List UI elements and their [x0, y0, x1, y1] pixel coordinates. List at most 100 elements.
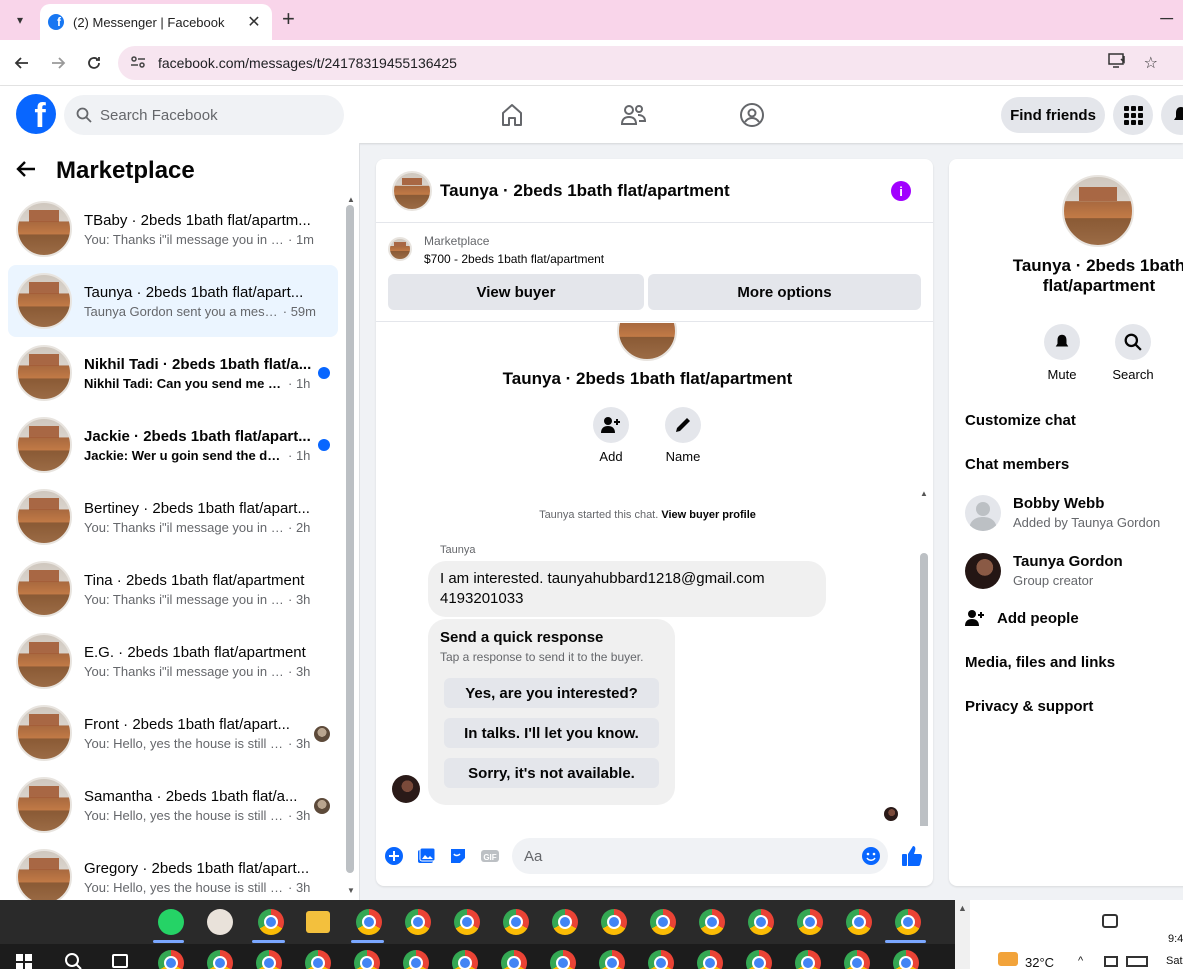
pencil-icon[interactable]: [665, 407, 701, 443]
more-options-button[interactable]: More options: [648, 274, 921, 310]
chrome-window-icon[interactable]: [403, 950, 429, 969]
chat-scrollbar[interactable]: [920, 553, 928, 826]
taskbar-scrollbar[interactable]: ▲: [955, 900, 970, 969]
chrome-window-icon[interactable]: [405, 909, 431, 935]
conversation-item[interactable]: Samantha · 2beds 1bath flat/a... You: Hel…: [8, 769, 338, 841]
add-person-icon[interactable]: [593, 407, 629, 443]
mute-action[interactable]: Mute: [1032, 324, 1092, 382]
chat-members-row[interactable]: Chat members: [965, 456, 1069, 473]
chrome-window-icon[interactable]: [356, 909, 382, 935]
chrome-window-icon[interactable]: [895, 909, 921, 935]
name-action[interactable]: Name: [653, 407, 713, 464]
search-icon[interactable]: [1115, 324, 1151, 360]
like-thumb-icon[interactable]: [900, 844, 924, 868]
conversation-item[interactable]: Front · 2beds 1bath flat/apart... You: He…: [8, 697, 338, 769]
add-action[interactable]: Add: [581, 407, 641, 464]
url-omnibox[interactable]: facebook.com/messages/t/2417831945513642…: [118, 46, 1183, 80]
photo-icon[interactable]: [416, 846, 436, 866]
groups-icon[interactable]: [737, 100, 767, 130]
chat-title[interactable]: Taunya · 2beds 1bath flat/apartment: [440, 181, 730, 201]
search-input[interactable]: [100, 106, 320, 124]
chrome-window-icon[interactable]: [648, 950, 674, 969]
install-app-icon[interactable]: [1107, 53, 1126, 74]
windows-start-icon[interactable]: [16, 954, 32, 969]
conversation-item[interactable]: Nikhil Tadi · 2beds 1bath flat/a... Nikhi…: [8, 337, 338, 409]
weather-icon[interactable]: [998, 952, 1018, 966]
chrome-window-icon[interactable]: [748, 909, 774, 935]
network-icon[interactable]: [1104, 956, 1118, 967]
menu-grid-icon[interactable]: [1113, 95, 1153, 135]
chrome-window-icon[interactable]: [650, 909, 676, 935]
chrome-window-icon[interactable]: [256, 950, 282, 969]
taskbar-search-icon[interactable]: [64, 952, 82, 969]
listing-price-title[interactable]: $700 - 2beds 1bath flat/apartment: [424, 252, 604, 266]
view-buyer-button[interactable]: View buyer: [388, 274, 644, 310]
chrome-window-icon[interactable]: [844, 950, 870, 969]
back-arrow-icon[interactable]: [10, 51, 34, 75]
chrome-window-icon[interactable]: [158, 950, 184, 969]
chrome-window-icon[interactable]: [699, 909, 725, 935]
temperature-text[interactable]: 32°C: [1025, 955, 1054, 969]
chrome-window-icon[interactable]: [846, 909, 872, 935]
clock-time[interactable]: 9:4: [1168, 933, 1183, 945]
url-text[interactable]: facebook.com/messages/t/2417831945513642…: [158, 55, 457, 71]
facebook-search[interactable]: [64, 95, 344, 135]
scroll-up-arrow-icon[interactable]: ▲: [347, 195, 355, 204]
chrome-window-icon[interactable]: [746, 950, 772, 969]
chrome-window-icon[interactable]: [503, 909, 529, 935]
conversation-item[interactable]: Bertiney · 2beds 1bath flat/apart... You:…: [8, 481, 338, 553]
friends-icon[interactable]: [618, 100, 648, 130]
window-minimize-button[interactable]: ─: [1160, 8, 1173, 29]
media-files-links-row[interactable]: Media, files and links: [965, 654, 1115, 671]
home-icon[interactable]: [497, 100, 527, 130]
chrome-window-icon[interactable]: [258, 909, 284, 935]
chrome-window-icon[interactable]: [601, 909, 627, 935]
file-explorer-icon[interactable]: [306, 911, 330, 933]
search-action[interactable]: Search: [1103, 324, 1163, 382]
meet-now-icon[interactable]: [1102, 914, 1118, 928]
conversation-item[interactable]: Jackie · 2beds 1bath flat/apart... Jackie…: [8, 409, 338, 481]
chrome-window-icon[interactable]: [552, 909, 578, 935]
info-icon[interactable]: i: [891, 181, 911, 201]
customize-chat-row[interactable]: Customize chat: [965, 412, 1076, 429]
message-bubble[interactable]: I am interested. taunyahubbard1218@gmail…: [428, 561, 826, 617]
privacy-support-row[interactable]: Privacy & support: [965, 698, 1093, 715]
quick-response-option[interactable]: In talks. I'll let you know.: [444, 718, 659, 748]
chat-avatar[interactable]: [392, 170, 432, 211]
chrome-window-icon[interactable]: [207, 950, 233, 969]
whatsapp-icon[interactable]: [158, 909, 184, 935]
bell-icon[interactable]: [1044, 324, 1080, 360]
conversation-item[interactable]: TBaby · 2beds 1bath flat/apartm... You: T…: [8, 193, 338, 265]
chrome-window-icon[interactable]: [599, 950, 625, 969]
conversation-item[interactable]: E.G. · 2beds 1bath flat/apartment You: Th…: [8, 625, 338, 697]
chrome-window-icon[interactable]: [697, 950, 723, 969]
sender-avatar[interactable]: [392, 775, 420, 803]
plus-circle-icon[interactable]: [384, 846, 404, 866]
new-tab-button[interactable]: +: [282, 8, 295, 30]
tray-chevron-icon[interactable]: ^: [1078, 955, 1083, 967]
tab-search-chevron-icon[interactable]: ▾: [8, 8, 32, 32]
clock-day[interactable]: Sat: [1166, 955, 1183, 967]
scroll-down-arrow-icon[interactable]: ▼: [347, 886, 355, 895]
message-input[interactable]: [512, 838, 888, 874]
add-people-row[interactable]: Add people: [965, 609, 1079, 627]
facebook-logo[interactable]: f: [16, 94, 56, 134]
scroll-up-arrow-icon[interactable]: ▲: [920, 489, 928, 498]
find-friends-button[interactable]: Find friends: [1001, 97, 1105, 133]
conversation-scrollbar[interactable]: [346, 205, 354, 873]
member-row[interactable]: Taunya Gordon Group creator: [965, 551, 1183, 591]
chrome-window-icon[interactable]: [550, 950, 576, 969]
browser-tab-messenger[interactable]: f (2) Messenger | Facebook ✕: [40, 4, 272, 40]
conversation-item[interactable]: Tina · 2beds 1bath flat/apartment You: Th…: [8, 553, 338, 625]
sticker-icon[interactable]: [448, 846, 468, 866]
chrome-window-icon[interactable]: [305, 950, 331, 969]
chrome-window-icon[interactable]: [454, 909, 480, 935]
gif-icon[interactable]: GIF: [480, 846, 500, 866]
tab-close-icon[interactable]: ✕: [244, 12, 264, 32]
app-icon[interactable]: [207, 909, 233, 935]
conversation-item[interactable]: Taunya · 2beds 1bath flat/apart... Taunya…: [8, 265, 338, 337]
chrome-window-icon[interactable]: [797, 909, 823, 935]
bookmark-star-icon[interactable]: ☆: [1144, 53, 1158, 74]
view-buyer-profile-link[interactable]: View buyer profile: [661, 509, 756, 521]
quick-response-option[interactable]: Yes, are you interested?: [444, 678, 659, 708]
